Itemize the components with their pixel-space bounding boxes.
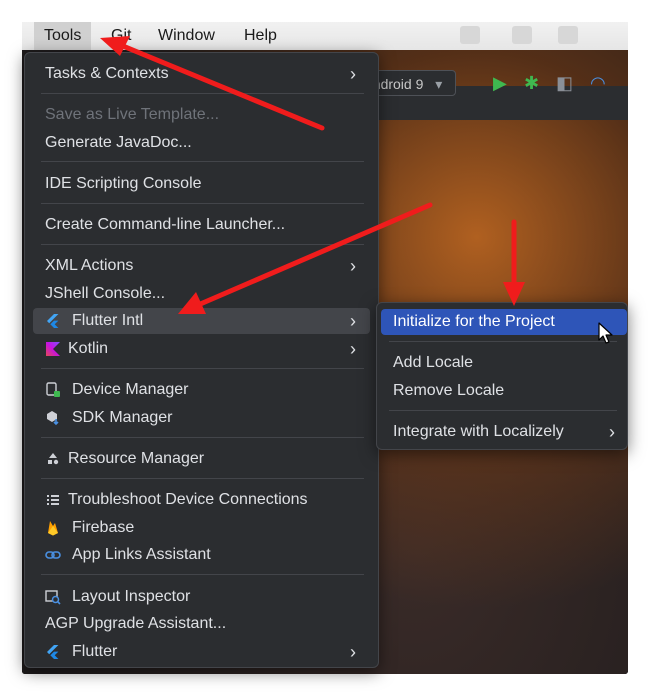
menu-separator xyxy=(41,478,364,479)
menu-item-kotlin[interactable]: Kotlin › xyxy=(33,336,370,362)
menu-separator xyxy=(41,574,364,575)
tools-menu: Tasks & Contexts › Save as Live Template… xyxy=(24,52,379,668)
chevron-down-icon: ▾ xyxy=(435,76,443,92)
menu-item-label: Create Command-line Launcher... xyxy=(45,216,286,233)
menu-item-troubleshoot[interactable]: Troubleshoot Device Connections xyxy=(33,487,370,513)
sdk-manager-icon xyxy=(45,410,61,426)
menu-item-layout-inspector[interactable]: Layout Inspector xyxy=(33,584,370,610)
menu-tools[interactable]: Tools xyxy=(34,22,92,50)
chevron-right-icon: › xyxy=(350,256,356,276)
menu-item-agp-upgrade[interactable]: AGP Upgrade Assistant... xyxy=(33,611,370,637)
menu-separator xyxy=(41,244,364,245)
menu-separator xyxy=(41,203,364,204)
chevron-right-icon: › xyxy=(609,422,615,442)
menu-item-label: App Links Assistant xyxy=(72,546,211,563)
menu-item-label: Resource Manager xyxy=(68,450,205,467)
menu-separator xyxy=(41,161,364,162)
menu-separator xyxy=(41,437,364,438)
kotlin-icon xyxy=(45,341,61,357)
menu-item-sdk-manager[interactable]: SDK Manager xyxy=(33,405,370,431)
menu-item-flutter-intl[interactable]: Flutter Intl › xyxy=(33,308,370,334)
menu-item-generate-javadoc[interactable]: Generate JavaDoc... xyxy=(33,130,370,156)
menu-item-label: Layout Inspector xyxy=(72,588,191,605)
menu-item-label: IDE Scripting Console xyxy=(45,175,202,192)
layout-inspector-icon xyxy=(45,589,61,605)
mouse-cursor-icon xyxy=(598,322,613,344)
menu-item-label: Device Manager xyxy=(72,381,189,398)
menu-separator xyxy=(389,410,617,411)
menu-item-label: Save as Live Template... xyxy=(45,106,220,123)
submenu-item-label: Remove Locale xyxy=(393,382,505,399)
menu-item-label: JShell Console... xyxy=(45,285,166,302)
menu-item-label: Troubleshoot Device Connections xyxy=(68,491,308,508)
device-manager-icon xyxy=(45,382,61,398)
status-icon xyxy=(558,26,578,44)
list-icon xyxy=(45,492,61,508)
menu-item-jshell-console[interactable]: JShell Console... xyxy=(33,281,370,307)
menu-item-label: XML Actions xyxy=(45,257,134,274)
menu-separator xyxy=(41,93,364,94)
firebase-flame-icon xyxy=(45,520,61,536)
flutter-icon xyxy=(45,313,61,329)
flutter-intl-submenu: Initialize for the Project Add Locale Re… xyxy=(376,302,628,450)
menu-item-label: Tasks & Contexts xyxy=(45,65,169,82)
status-icon xyxy=(460,26,480,44)
menu-item-firebase[interactable]: Firebase xyxy=(33,515,370,541)
submenu-item-label: Integrate with Localizely xyxy=(393,423,564,440)
menu-item-ide-scripting-console[interactable]: IDE Scripting Console xyxy=(33,171,370,197)
menu-item-create-cli-launcher[interactable]: Create Command-line Launcher... xyxy=(33,212,370,238)
menu-item-tasks-contexts[interactable]: Tasks & Contexts › xyxy=(33,61,370,87)
status-icon xyxy=(512,26,532,44)
menu-bar: Tools Git Window Help xyxy=(22,22,628,50)
menu-item-device-manager[interactable]: Device Manager xyxy=(33,377,370,403)
menu-item-label: Flutter Intl xyxy=(72,312,144,329)
chevron-right-icon: › xyxy=(350,339,356,359)
menu-item-label: Flutter xyxy=(72,643,118,660)
menu-separator xyxy=(389,341,617,342)
flutter-icon xyxy=(45,644,61,660)
menu-item-label: SDK Manager xyxy=(72,409,173,426)
submenu-item-add-locale[interactable]: Add Locale xyxy=(381,350,627,376)
menu-item-app-links[interactable]: App Links Assistant xyxy=(33,542,370,568)
chevron-right-icon: › xyxy=(350,642,356,662)
run-icon[interactable]: ▶ xyxy=(493,73,507,93)
menu-item-label: AGP Upgrade Assistant... xyxy=(45,615,227,632)
submenu-item-remove-locale[interactable]: Remove Locale xyxy=(381,378,627,404)
menu-item-label: Kotlin xyxy=(68,340,109,357)
menu-item-flutter[interactable]: Flutter › xyxy=(33,639,370,665)
chevron-right-icon: › xyxy=(350,64,356,84)
debug-icon[interactable]: ✱ xyxy=(524,73,539,93)
speedometer-icon[interactable]: ◠ xyxy=(590,73,606,93)
menu-item-xml-actions[interactable]: XML Actions › xyxy=(33,253,370,279)
resource-manager-icon xyxy=(45,451,61,467)
chevron-right-icon: › xyxy=(350,311,356,331)
menu-git[interactable]: Git xyxy=(101,22,141,50)
profile-icon[interactable]: ◧ xyxy=(556,73,573,93)
submenu-item-label: Initialize for the Project xyxy=(393,313,555,330)
menu-window[interactable]: Window xyxy=(148,22,225,50)
submenu-item-integrate-localizely[interactable]: Integrate with Localizely › xyxy=(381,419,627,445)
link-icon xyxy=(45,547,61,563)
submenu-item-label: Add Locale xyxy=(393,354,474,371)
menu-item-resource-manager[interactable]: Resource Manager xyxy=(33,446,370,472)
menu-help[interactable]: Help xyxy=(234,22,287,50)
menu-separator xyxy=(41,368,364,369)
menu-item-label: Firebase xyxy=(72,519,135,536)
menu-item-save-live-template: Save as Live Template... xyxy=(33,102,370,128)
submenu-item-initialize[interactable]: Initialize for the Project xyxy=(381,309,627,335)
menu-item-label: Generate JavaDoc... xyxy=(45,134,192,151)
